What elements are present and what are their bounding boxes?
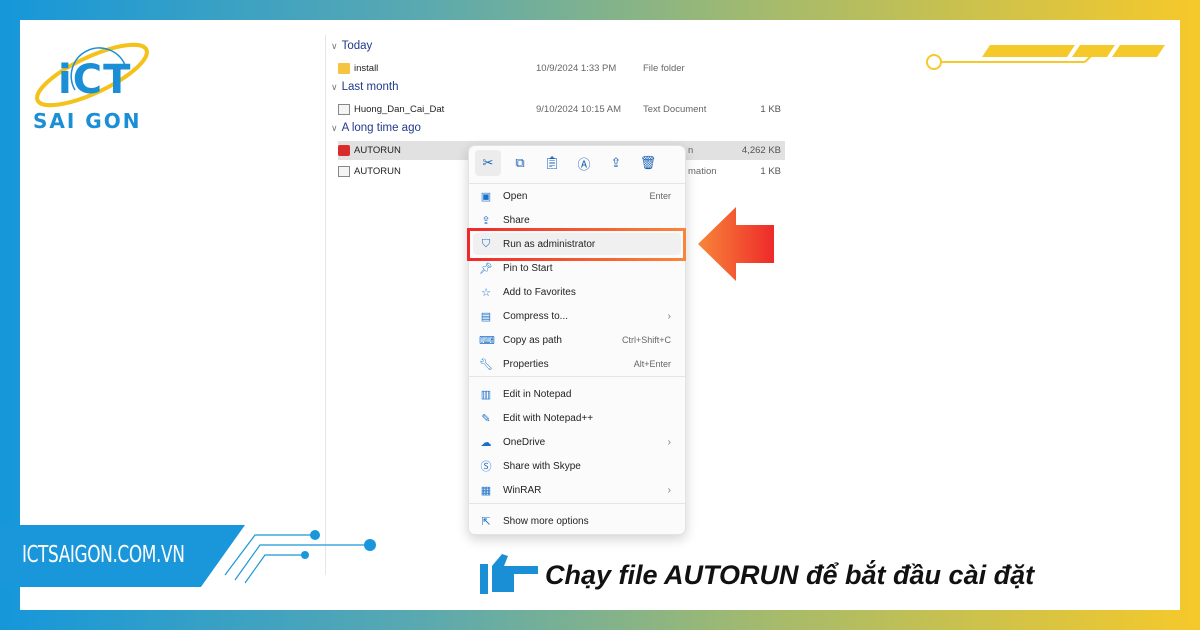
delete-icon[interactable]: 🗑︎ (635, 150, 661, 176)
website-url[interactable]: ICTSAIGON.COM.VN (22, 542, 185, 568)
menu-item-label: Show more options (503, 515, 589, 527)
skype-icon: Ⓢ (480, 461, 492, 473)
decorative-lines (926, 45, 1165, 70)
cut-icon[interactable]: ✂ (475, 150, 501, 176)
menu-item-shortcut: Alt+Enter (633, 359, 671, 369)
group-label: Last month (341, 81, 399, 93)
menu-item-label: Properties (503, 358, 549, 370)
ict-saigon-logo: iCT SAI GON (30, 35, 160, 135)
wrench-icon: 🔧︎ (479, 358, 493, 371)
file-type: File folder (643, 63, 685, 74)
rename-icon[interactable]: Ⓐ (571, 150, 597, 176)
group-label: A long time ago (341, 122, 421, 134)
zip-icon: ▤ (480, 310, 492, 323)
menu-item-label: Add to Favorites (503, 286, 576, 298)
file-size: 4,262 KB (741, 145, 781, 156)
menu-item-label: Share (503, 214, 530, 226)
chevron-down-icon: ∨ (331, 82, 338, 92)
file-name: install (354, 63, 379, 74)
highlight-box (467, 228, 686, 261)
red-arrow-icon (698, 207, 774, 281)
cloud-icon: ☁ (480, 436, 492, 449)
menu-item-open[interactable]: ▣ Open Enter (473, 185, 681, 207)
file-type: Text Document (643, 104, 707, 115)
chevron-down-icon: ∨ (331, 123, 338, 133)
paste-icon[interactable]: 📋︎ (539, 150, 565, 176)
file-name: Huong_Dan_Cai_Dat (354, 104, 445, 115)
menu-item-edit-in-notepad[interactable]: ▥ Edit in Notepad (473, 383, 681, 405)
menu-item-onedrive[interactable]: ☁ OneDrive › (473, 431, 681, 453)
menu-item-edit-with-notepad[interactable]: ✎ Edit with Notepad++ (473, 407, 681, 429)
menu-separator (469, 503, 685, 504)
text-file-icon (338, 104, 350, 115)
menu-item-label: Copy as path (503, 334, 562, 346)
chevron-right-icon: › (667, 310, 671, 322)
file-type: n (688, 145, 694, 156)
menu-item-shortcut: Ctrl+Shift+C (621, 335, 671, 345)
group-today[interactable]: ∨ Today (331, 40, 372, 52)
menu-item-label: Share with Skype (503, 460, 581, 472)
group-long-ago[interactable]: ∨ A long time ago (331, 122, 421, 134)
menu-item-label: Pin to Start (503, 262, 553, 274)
menu-separator (469, 376, 685, 377)
file-size: 1 KB (760, 104, 781, 115)
menu-item-label: Open (503, 190, 528, 202)
share-icon[interactable]: ⇪ (603, 150, 629, 176)
chevron-down-icon: ∨ (331, 41, 338, 51)
copy-icon[interactable]: ⧉ (507, 150, 533, 176)
setup-info-icon (338, 166, 350, 177)
notepad-icon: ▥ (480, 388, 492, 401)
logo-text-ict: iCT (58, 57, 132, 103)
star-icon: ☆ (481, 286, 491, 299)
group-label: Today (341, 40, 373, 52)
menu-item-winrar[interactable]: ▦ WinRAR › (473, 479, 681, 501)
winrar-icon: ▦ (480, 484, 492, 497)
menu-item-copy-as-path[interactable]: ⌨ Copy as path Ctrl+Shift+C (473, 329, 681, 351)
more-options-icon: ⇱ (481, 515, 491, 528)
menu-item-share-with-skype[interactable]: Ⓢ Share with Skype (473, 455, 681, 477)
file-size: 1 KB (760, 166, 781, 177)
notepadpp-icon: ✎ (481, 412, 491, 425)
file-date: 10/9/2024 1:33 PM (536, 63, 617, 74)
caption: Chạy file AUTORUN để bắt đầu cài đặt (545, 560, 1035, 590)
pin-icon: 📌︎ (479, 262, 493, 275)
app-icon (338, 145, 350, 156)
path-icon: ⌨ (479, 334, 495, 347)
file-type: mation (688, 166, 717, 177)
chevron-right-icon: › (667, 484, 671, 496)
context-toolbar: ✂ ⧉ 📋︎ Ⓐ ⇪ 🗑︎ (473, 150, 681, 180)
context-menu: ✂ ⧉ 📋︎ Ⓐ ⇪ 🗑︎ ▣ Open Enter ⇪ Share ⛉ Run as ad… (468, 145, 686, 535)
menu-item-add-to-favorites[interactable]: ☆ Add to Favorites (473, 281, 681, 303)
menu-item-shortcut: Enter (649, 191, 671, 201)
menu-item-label: Compress to... (503, 310, 569, 322)
file-row[interactable]: Huong_Dan_Cai_Dat 9/10/2024 10:15 AM Tex… (338, 100, 785, 119)
share-icon: ⇪ (481, 214, 491, 227)
chevron-right-icon: › (667, 436, 671, 448)
folder-icon (338, 63, 350, 74)
file-row[interactable]: install 10/9/2024 1:33 PM File folder (338, 59, 785, 78)
menu-item-label: Edit in Notepad (503, 388, 572, 400)
group-last-month[interactable]: ∨ Last month (331, 81, 399, 93)
menu-item-label: Edit with Notepad++ (503, 412, 594, 424)
logo-text-saigon: SAI GON (33, 109, 142, 133)
pointing-hand-icon (480, 554, 538, 594)
open-icon: ▣ (480, 190, 492, 203)
menu-item-label: WinRAR (503, 484, 542, 496)
menu-item-properties[interactable]: 🔧︎ Properties Alt+Enter (473, 353, 681, 375)
menu-item-compress-to[interactable]: ▤ Compress to... › (473, 305, 681, 327)
circuit-lines (224, 530, 376, 584)
menu-item-label: OneDrive (503, 436, 546, 448)
menu-item-show-more-options[interactable]: ⇱ Show more options (473, 510, 681, 532)
file-date: 9/10/2024 10:15 AM (536, 104, 622, 115)
